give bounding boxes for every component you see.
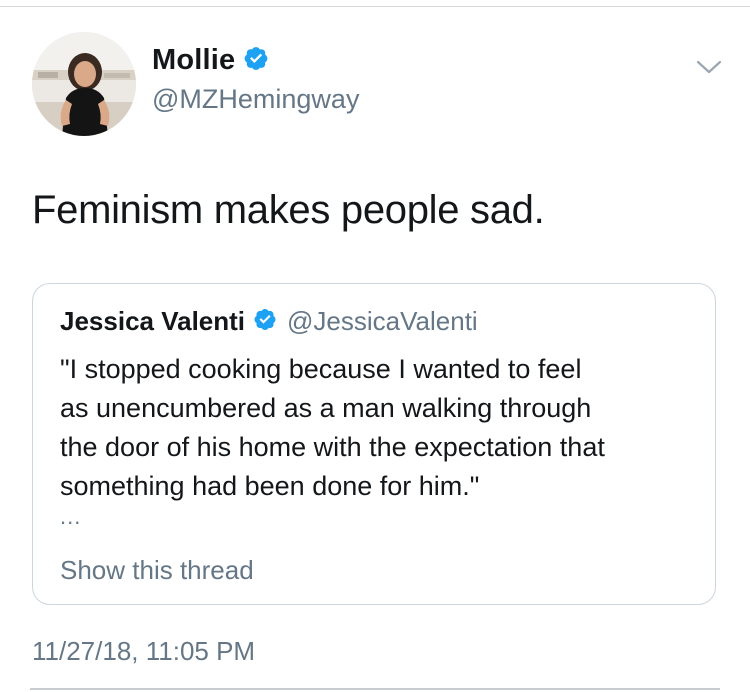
quoted-tweet-ellipsis: ...: [60, 504, 82, 529]
author-name-row: Mollie: [152, 44, 269, 77]
quoted-author-display-name: Jessica Valenti: [60, 306, 246, 336]
verified-badge-icon: [253, 307, 277, 336]
bottom-divider: [30, 688, 720, 690]
verified-badge-icon: [243, 45, 269, 76]
avatar[interactable]: [32, 32, 136, 136]
quoted-tweet-text: "I stopped cooking because I wanted to f…: [60, 354, 605, 501]
quoted-tweet-card[interactable]: Jessica Valenti @JessicaValenti "I stopp…: [32, 283, 716, 605]
tweet-timestamp[interactable]: 11/27/18, 11:05 PM: [32, 636, 255, 667]
author-handle[interactable]: @MZHemingway: [152, 84, 359, 115]
author-display-name[interactable]: Mollie: [152, 44, 235, 77]
tweet-text: Feminism makes people sad.: [32, 188, 545, 232]
profile-photo-icon: [32, 32, 136, 136]
chevron-down-icon[interactable]: [694, 54, 724, 78]
quoted-author-row: Jessica Valenti @JessicaValenti: [60, 306, 478, 337]
show-thread-link[interactable]: Show this thread: [60, 555, 254, 586]
quoted-author-handle: @JessicaValenti: [287, 306, 478, 336]
top-divider: [0, 6, 750, 7]
